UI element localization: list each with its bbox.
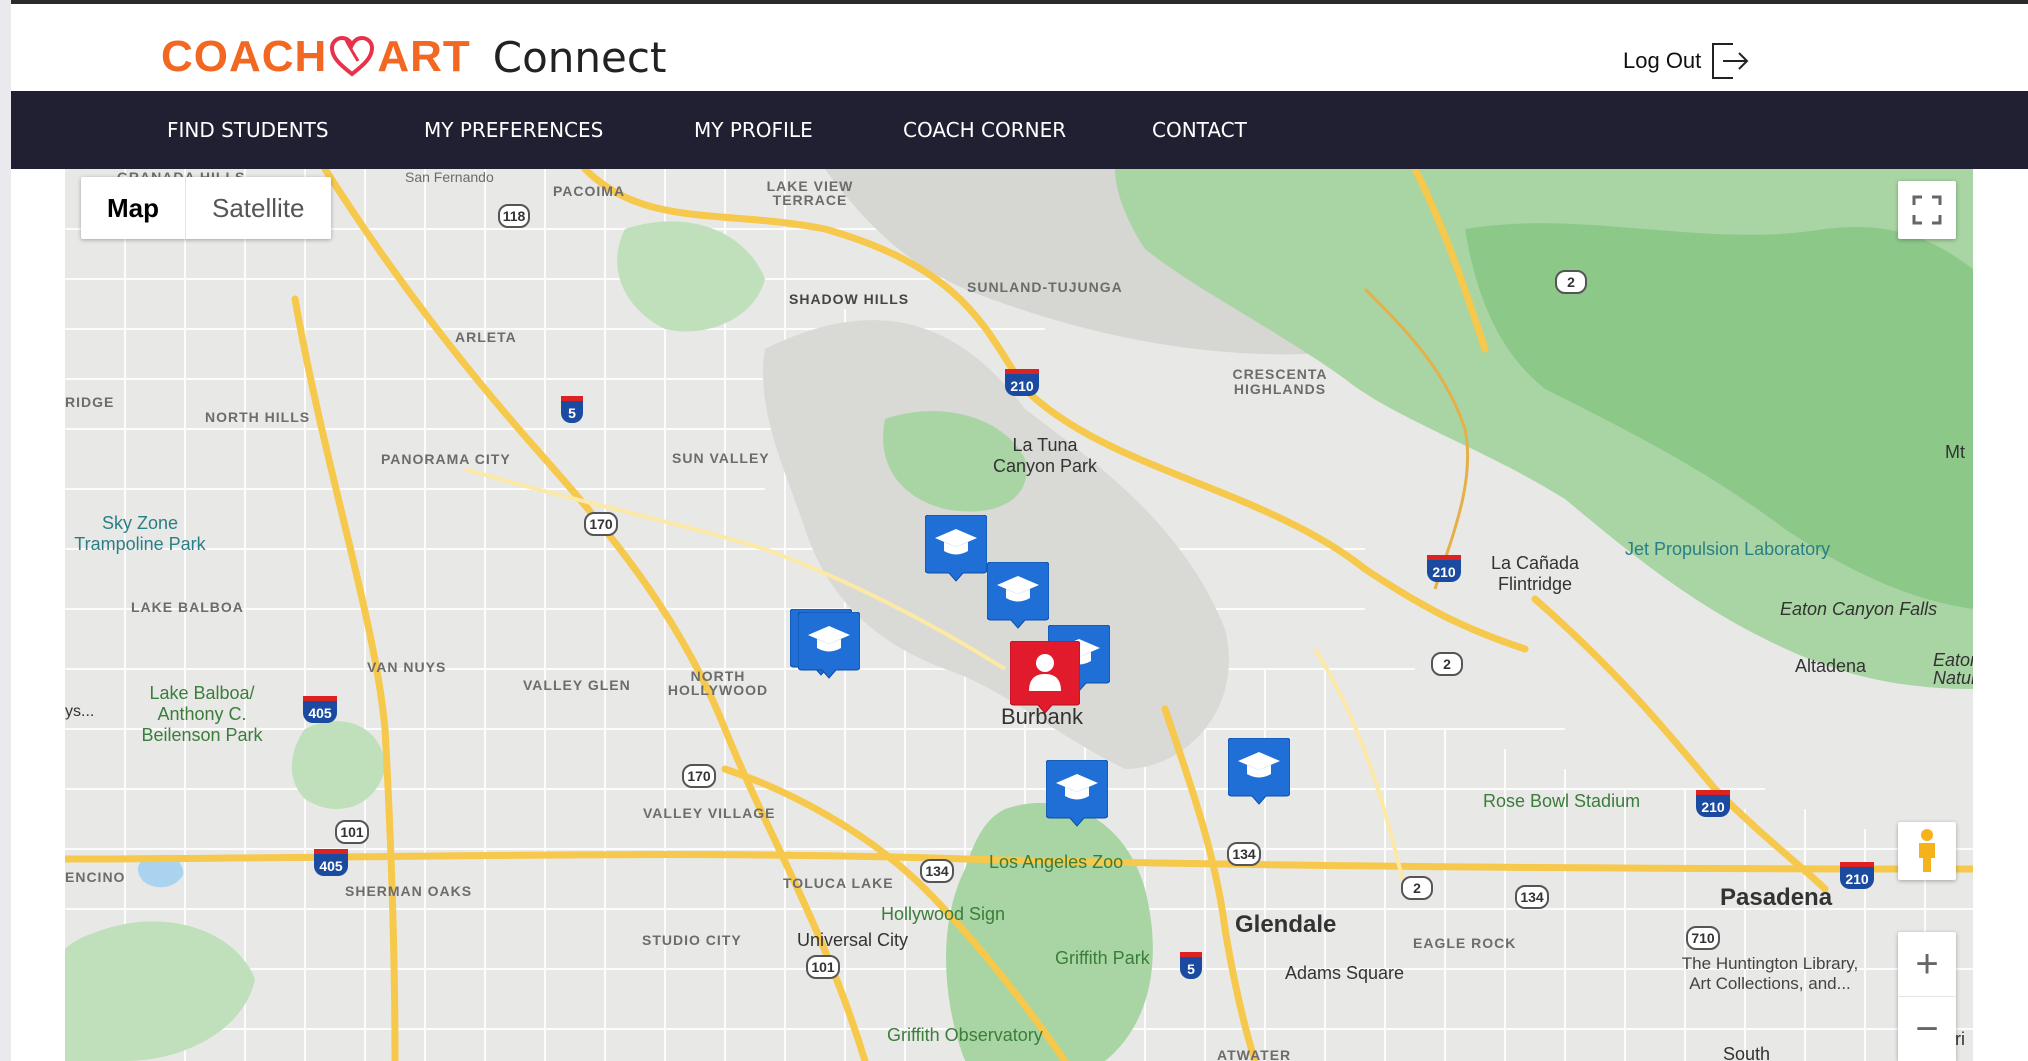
route-shield-118: 118 [498, 204, 530, 228]
label-south: South [1723, 1044, 1771, 1061]
nav-coach-corner[interactable]: COACH CORNER [903, 91, 1066, 169]
label-rose-bowl: Rose Bowl Stadium [1483, 791, 1641, 811]
student-marker[interactable] [987, 562, 1049, 630]
zoom-in-button[interactable]: + [1898, 932, 1956, 997]
label-jet-propulsion: Jet Propulsion Laboratory [1625, 539, 1831, 559]
route-shield-210: 210 [1005, 369, 1039, 396]
label-glendale: Glendale [1235, 911, 1337, 938]
heart-logo-icon [330, 35, 375, 77]
label-eagle-rock: EAGLE ROCK [1413, 935, 1517, 951]
label-griffith-observatory: Griffith Observatory [887, 1025, 1043, 1045]
route-shield-210-c: 210 [1696, 790, 1730, 817]
route-shield-101: 101 [335, 820, 369, 844]
label-huntington: The Huntington Library, Art Collections,… [1681, 954, 1859, 993]
site-header: COACH ART Connect Log Out [11, 4, 2028, 91]
route-shield-134-c: 134 [1515, 885, 1549, 909]
label-hollywood-sign: Hollywood Sign [881, 904, 1006, 924]
label-lake-view-terrace: LAKE VIEW TERRACE [766, 178, 854, 208]
label-panorama-city: PANORAMA CITY [381, 451, 511, 467]
logout-icon [1712, 43, 1749, 79]
nav-my-profile[interactable]: MY PROFILE [694, 91, 813, 169]
label-lake-balboa-park: Lake Balboa/ Anthony C. Beilenson Park [141, 683, 263, 745]
route-shield-405: 405 [303, 696, 337, 723]
students-map[interactable]: GRANADA HILLS San Fernando PACOIMA LAKE … [65, 169, 1973, 1061]
route-shield-5-b: 5 [1180, 952, 1202, 979]
window-left-edge [0, 0, 11, 1061]
route-shield-170-b: 170 [682, 764, 716, 788]
main-nav: FIND STUDENTS MY PREFERENCES MY PROFILE … [11, 91, 2028, 169]
label-van-nuys: VAN NUYS [367, 659, 447, 675]
logo-product-name: Connect [492, 32, 667, 82]
label-universal-city: Universal City [797, 930, 909, 950]
label-shadow-hills: SHADOW HILLS [789, 291, 910, 307]
label-eaton-natur: Eaton Natur [1933, 650, 1973, 688]
label-valley-village: VALLEY VILLAGE [643, 805, 776, 821]
label-san-fernando: San Fernando [405, 169, 494, 185]
nav-my-preferences[interactable]: MY PREFERENCES [424, 91, 603, 169]
nav-contact[interactable]: CONTACT [1152, 91, 1247, 169]
route-shield-405-b: 405 [314, 849, 348, 876]
label-sky-zone: Sky Zone Trampoline Park [74, 513, 206, 554]
map-type-map[interactable]: Map [81, 177, 185, 239]
route-shield-710: 710 [1686, 926, 1720, 950]
label-la-canada: La Cañada Flintridge [1490, 553, 1580, 594]
label-sunland-tujunga: SUNLAND-TUJUNGA [967, 279, 1123, 295]
label-altadena: Altadena [1795, 656, 1867, 676]
coach-location-marker[interactable] [1010, 641, 1080, 713]
map-type-toggle: Map Satellite [81, 177, 331, 239]
student-marker[interactable] [798, 612, 860, 680]
logo-brand-left: COACH [161, 32, 328, 81]
route-shield-134-b: 134 [1227, 842, 1261, 866]
label-la-zoo: Los Angeles Zoo [989, 852, 1124, 872]
label-north-hills: NORTH HILLS [205, 409, 311, 425]
map-type-satellite[interactable]: Satellite [185, 177, 331, 239]
label-north-hollywood: NORTH HOLLYWOOD [667, 668, 769, 698]
route-shield-5: 5 [561, 396, 583, 423]
route-shield-2-c: 2 [1401, 876, 1433, 900]
label-ridge: RIDGE [65, 394, 115, 410]
route-shield-101-b: 101 [806, 955, 840, 979]
route-shield-210-b: 210 [1427, 555, 1461, 582]
zoom-controls: + − [1898, 932, 1956, 1061]
label-ri: ri [1955, 1029, 1965, 1049]
route-shield-2-b: 2 [1431, 652, 1463, 676]
street-view-button[interactable] [1898, 822, 1956, 880]
label-lake-balboa-area: LAKE BALBOA [131, 599, 244, 615]
student-marker[interactable] [1046, 760, 1108, 828]
fullscreen-button[interactable] [1898, 181, 1956, 239]
app-frame: COACH ART Connect Log Out FIND STUDENTS … [0, 0, 2028, 1061]
label-studio-city: STUDIO CITY [642, 932, 742, 948]
route-shield-170: 170 [584, 512, 618, 536]
zoom-out-button[interactable]: − [1898, 997, 1956, 1061]
nav-find-students[interactable]: FIND STUDENTS [167, 91, 329, 169]
label-atwater: ATWATER [1217, 1047, 1292, 1061]
label-arleta: ARLETA [455, 329, 517, 345]
label-crescenta-highlands: CRESCENTA HIGHLANDS [1232, 366, 1328, 397]
label-griffith-park: Griffith Park [1055, 948, 1150, 968]
label-ys: ys... [65, 703, 95, 720]
label-sun-valley: SUN VALLEY [672, 450, 770, 466]
label-adams-square: Adams Square [1285, 963, 1405, 983]
student-marker[interactable] [1228, 738, 1290, 806]
logout-label: Log Out [1623, 48, 1702, 73]
pegman-icon [1919, 829, 1935, 872]
label-la-tuna-canyon-park: La Tuna Canyon Park [992, 435, 1098, 476]
logo-brand-right: ART [377, 32, 471, 81]
label-mt: Mt [1945, 442, 1965, 462]
label-valley-glen: VALLEY GLEN [523, 677, 631, 693]
label-encino: ENCINO [65, 869, 126, 885]
route-shield-2: 2 [1555, 270, 1587, 294]
logout-button[interactable]: Log Out [1623, 40, 1751, 82]
student-marker[interactable] [925, 515, 987, 583]
label-toluca-lake: TOLUCA LAKE [783, 875, 894, 891]
label-pacoima: PACOIMA [553, 183, 626, 199]
label-pasadena: Pasadena [1720, 884, 1833, 911]
route-shield-210-d: 210 [1840, 862, 1874, 889]
label-sherman-oaks: SHERMAN OAKS [345, 883, 473, 899]
label-eaton-canyon-falls: Eaton Canyon Falls [1780, 599, 1938, 619]
site-logo[interactable]: COACH ART Connect [161, 32, 666, 82]
route-shield-134: 134 [920, 859, 954, 883]
fullscreen-icon [1912, 195, 1942, 225]
